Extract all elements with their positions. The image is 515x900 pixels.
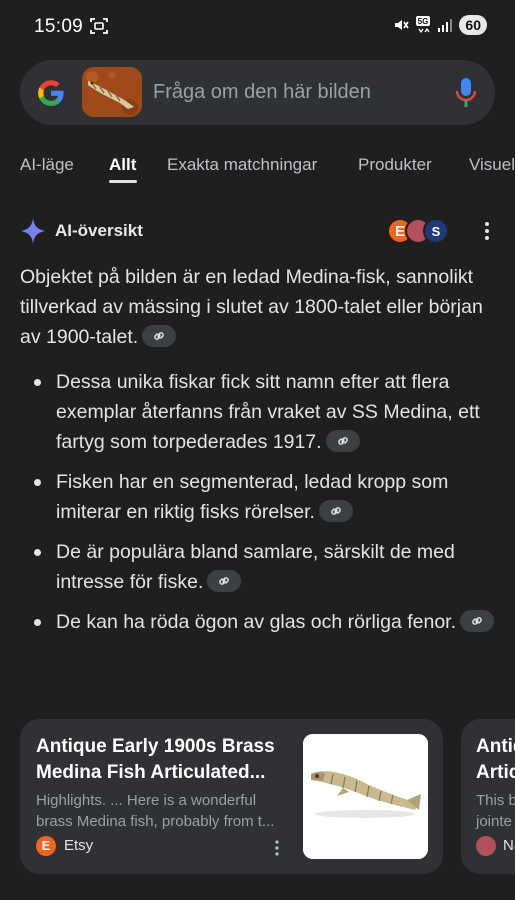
result-card-etsy[interactable]: Antique Early 1900s Brass Medina Fish Ar… (20, 719, 443, 874)
active-tab-indicator (109, 180, 137, 183)
screen-capture-icon (90, 18, 108, 34)
search-bar[interactable]: Fråga om den här bilden (20, 60, 495, 125)
card-snippet-line: jointe (476, 813, 512, 830)
status-bar: 15:09 5G 60 (0, 0, 515, 54)
card-title-line: Artic (476, 762, 515, 783)
card-source-name: Na (503, 837, 515, 854)
source-logo-icon (476, 836, 496, 856)
status-time: 15:09 (34, 16, 84, 37)
mute-icon (395, 20, 410, 30)
card-fish-image[interactable] (303, 734, 428, 859)
ai-overview-intro-text: Objektet på bilden är en ledad Medina-fi… (20, 266, 483, 348)
bullet-text: De är populära bland samlare, särskilt d… (56, 541, 455, 593)
citation-link-chip[interactable] (460, 610, 495, 632)
list-item: Dessa unika fiskar fick sitt namn efter … (34, 367, 494, 457)
bullet-text: Dessa unika fiskar fick sitt namn efter … (56, 371, 480, 453)
google-logo-icon[interactable] (36, 78, 66, 108)
ai-overview-header: AI-översikt E S (20, 217, 500, 247)
list-item: De kan ha röda ögon av glas och rörliga … (34, 607, 495, 637)
ai-overview-intro: Objektet på bilden är en ledad Medina-fi… (20, 262, 498, 352)
link-icon (219, 577, 230, 585)
more-options-icon[interactable] (484, 221, 490, 241)
bullet-text: De kan ha röda ögon av glas och rörliga … (56, 611, 457, 633)
link-icon (337, 437, 348, 445)
tab-products[interactable]: Produkter (358, 155, 432, 175)
signal-icon (438, 19, 453, 32)
card-snippet: Highlights. ... Here is a wonderful bras… (36, 792, 275, 830)
citation-link-chip[interactable] (207, 570, 242, 592)
network-label: 5G (418, 17, 429, 26)
search-input[interactable]: Fråga om den här bilden (153, 81, 371, 104)
search-image-thumbnail[interactable] (82, 67, 142, 117)
result-card-2[interactable]: Antiq Artic This b jointe Na (461, 719, 515, 874)
citation-link-chip[interactable] (318, 500, 353, 522)
tab-visual[interactable]: Visuel (469, 155, 515, 175)
card-source-name: Etsy (64, 837, 94, 854)
fish-thumbnail-image (82, 67, 142, 117)
citation-link-chip[interactable] (325, 430, 360, 452)
card-title-line: Antiq (476, 736, 515, 757)
card-more-options-icon[interactable] (275, 840, 279, 856)
sparkle-icon (21, 218, 45, 244)
card-snippet-line: This b (476, 792, 515, 809)
ai-overview-title: AI-översikt (55, 221, 143, 240)
etsy-logo-icon: E (36, 836, 56, 856)
filter-tabs: AI-läge Allt Exakta matchningar Produkte… (0, 145, 515, 189)
list-item: Fisken har en segmenterad, ledad kropp s… (34, 467, 494, 527)
bullet-text: Fisken har en segmenterad, ledad kropp s… (56, 471, 449, 523)
tab-ai-mode[interactable]: AI-läge (20, 155, 74, 175)
link-icon (331, 507, 341, 515)
citation-link-chip[interactable] (142, 325, 177, 347)
battery-icon: 60 (459, 15, 487, 35)
card-title[interactable]: Antique Early 1900s Brass Medina Fish Ar… (36, 734, 291, 786)
source-avatar-3[interactable]: S (423, 218, 449, 244)
tab-exact-matches[interactable]: Exakta matchningar (167, 155, 317, 175)
list-item: De är populära bland samlare, särskilt d… (34, 537, 494, 597)
ai-overview-bullets: Dessa unika fiskar fick sitt namn efter … (34, 367, 495, 647)
card-title[interactable]: Antiq Artic (476, 734, 515, 786)
card-snippet: This b jointe (476, 790, 515, 832)
status-icons: 5G 60 (393, 15, 487, 35)
network-5g-icon: 5G (416, 16, 431, 34)
brass-fish-image (303, 734, 428, 859)
link-icon (154, 332, 164, 340)
link-icon (472, 617, 482, 625)
source-avatars[interactable]: E S (387, 218, 449, 244)
tab-all[interactable]: Allt (109, 155, 136, 175)
mic-icon[interactable] (455, 77, 477, 109)
